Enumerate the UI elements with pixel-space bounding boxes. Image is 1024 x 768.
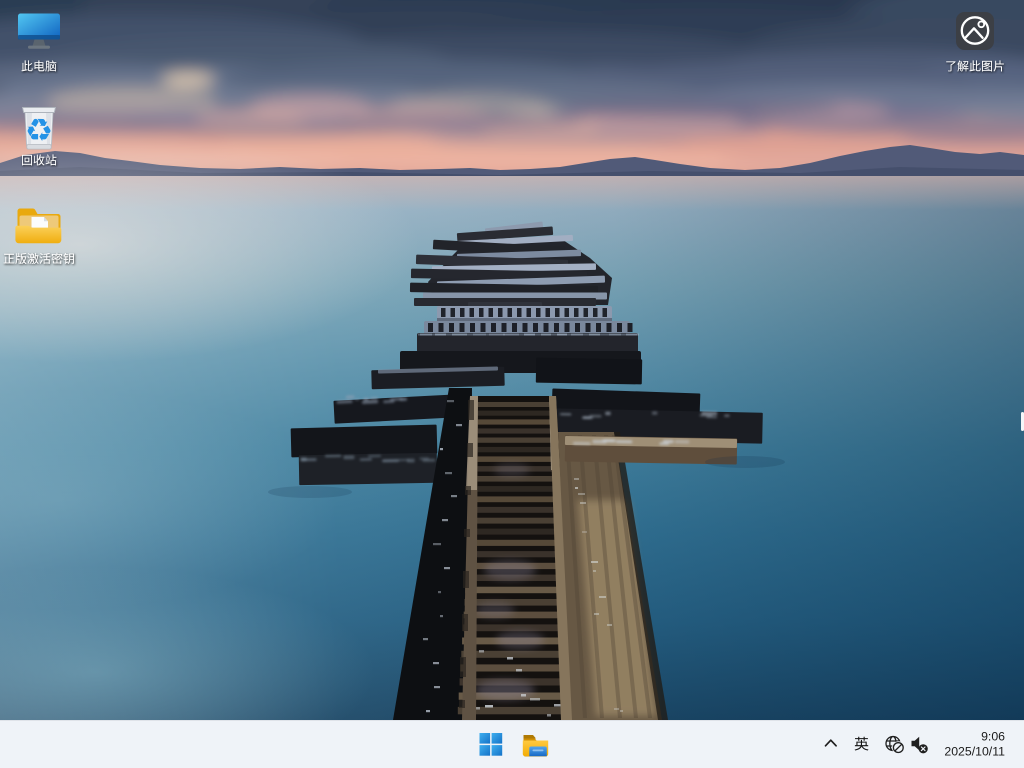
svg-text:9:06: 9:06: [981, 730, 1005, 744]
svg-text:2025/10/11: 2025/10/11: [944, 745, 1005, 759]
